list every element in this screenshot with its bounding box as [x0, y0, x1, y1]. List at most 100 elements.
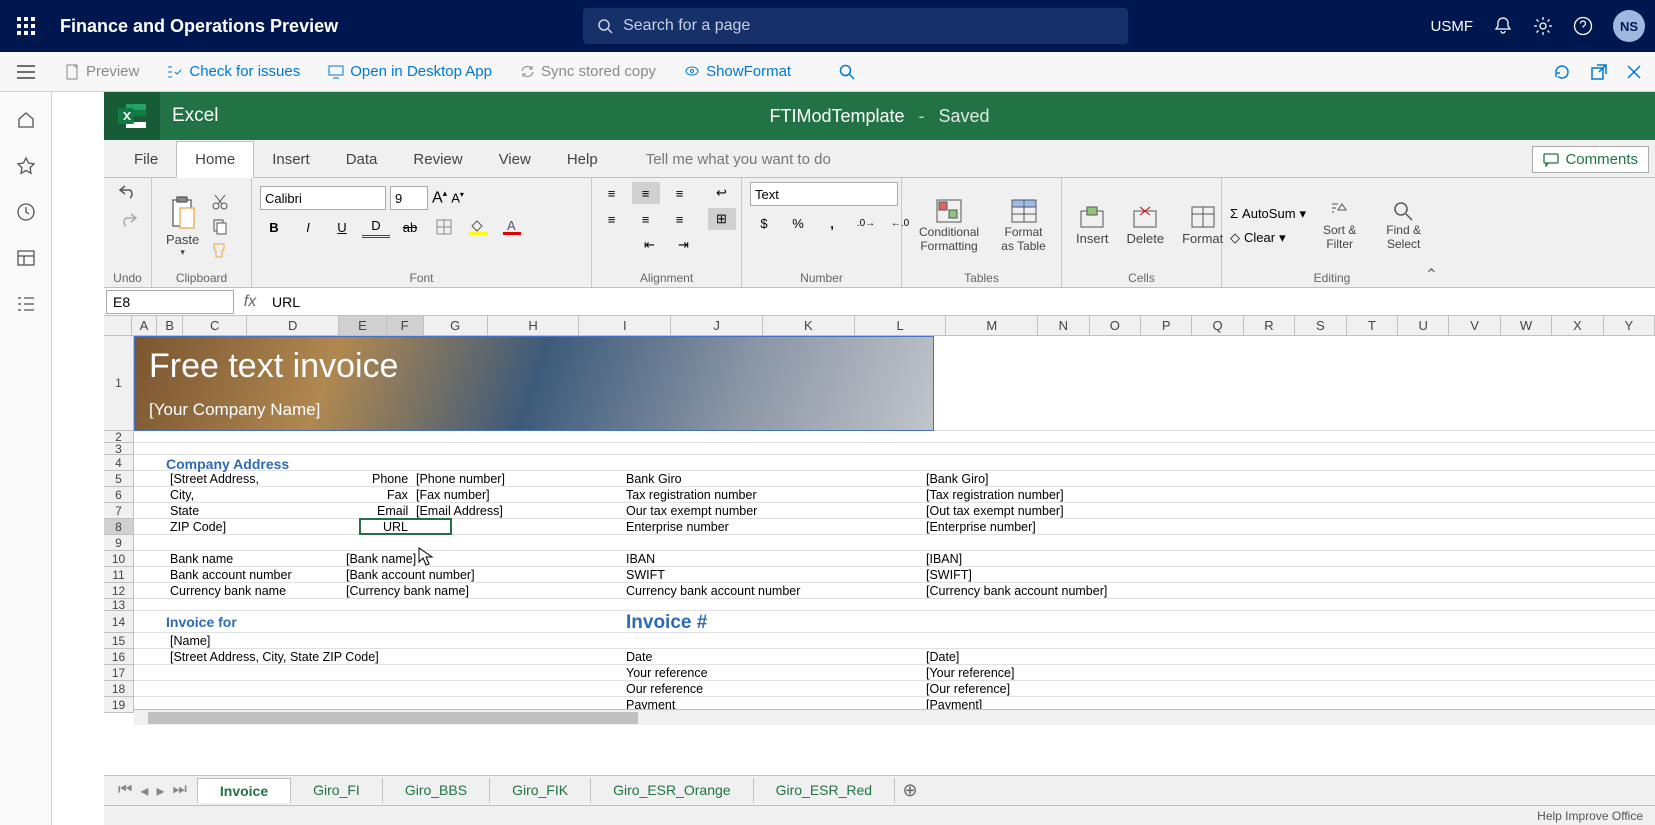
format-as-table-button[interactable]: Format as Table — [994, 196, 1053, 254]
name-box[interactable] — [106, 290, 234, 314]
popout-icon[interactable] — [1591, 64, 1607, 80]
row-header[interactable]: 13 — [104, 599, 134, 611]
row-header[interactable]: 4 — [104, 455, 134, 471]
search-icon[interactable] — [839, 64, 855, 80]
col-header[interactable]: H — [488, 316, 580, 335]
sheet-nav-last-icon[interactable]: ⏭ — [172, 781, 186, 801]
row-header[interactable]: 7 — [104, 503, 134, 519]
underline-icon[interactable]: U — [328, 216, 356, 238]
col-header[interactable]: D — [247, 316, 339, 335]
font-select[interactable] — [260, 186, 386, 210]
row-header[interactable]: 3 — [104, 443, 134, 455]
col-header[interactable]: M — [946, 316, 1038, 335]
comments-button[interactable]: Comments — [1532, 146, 1649, 173]
grow-font-icon[interactable]: A▴ — [432, 188, 447, 207]
col-header[interactable]: A — [132, 316, 158, 335]
clear-button[interactable]: ◇ Clear ▾ — [1230, 230, 1306, 246]
sheet-tab[interactable]: Giro_FIK — [490, 778, 591, 803]
sheet-tab[interactable]: Giro_ESR_Orange — [591, 778, 754, 803]
row-header[interactable]: 14 — [104, 611, 134, 633]
col-header[interactable]: O — [1090, 316, 1141, 335]
tell-me[interactable]: Tell me what you want to do — [646, 142, 831, 177]
wrap-text-icon[interactable]: ↩ — [708, 182, 736, 204]
bold-icon[interactable]: B — [260, 216, 288, 238]
sheet-tab[interactable]: Invoice — [197, 778, 291, 803]
select-all-corner[interactable] — [104, 316, 132, 335]
workspace-icon[interactable] — [16, 248, 36, 268]
clock-icon[interactable] — [16, 202, 36, 222]
gear-icon[interactable] — [1533, 16, 1553, 36]
tab-data[interactable]: Data — [328, 142, 396, 177]
align-center-icon[interactable]: ≡ — [632, 208, 660, 230]
col-header[interactable]: Q — [1192, 316, 1243, 335]
col-header[interactable]: X — [1552, 316, 1603, 335]
merge-icon[interactable]: ⊞ — [708, 208, 736, 230]
redo-icon[interactable] — [117, 210, 139, 228]
showformat-button[interactable]: ShowFormat — [684, 63, 791, 80]
row-header[interactable]: 8 — [104, 519, 134, 535]
paste-button[interactable]: Paste▾ — [160, 192, 205, 260]
home-icon[interactable] — [16, 110, 36, 130]
row-header[interactable]: 1 — [104, 336, 134, 431]
sheet-nav-prev-icon[interactable]: ◂ — [140, 781, 148, 801]
sheet-tab[interactable]: Giro_FI — [291, 778, 383, 803]
bell-icon[interactable] — [1493, 16, 1513, 36]
waffle-icon[interactable] — [10, 10, 42, 42]
indent-inc-icon[interactable]: ⇥ — [670, 234, 698, 256]
align-top-icon[interactable]: ≡ — [598, 182, 626, 204]
undo-icon[interactable] — [117, 182, 139, 200]
col-header[interactable]: S — [1295, 316, 1346, 335]
col-header[interactable]: J — [671, 316, 763, 335]
collapse-ribbon-icon[interactable]: ⌃ — [1425, 265, 1438, 285]
row-header[interactable]: 11 — [104, 567, 134, 583]
comma-icon[interactable]: , — [818, 212, 846, 234]
open-desktop-button[interactable]: Open in Desktop App — [328, 63, 492, 80]
currency-icon[interactable]: $ — [750, 212, 778, 234]
row-header[interactable]: 9 — [104, 535, 134, 551]
percent-icon[interactable]: % — [784, 212, 812, 234]
refresh-icon[interactable] — [1553, 63, 1571, 81]
doc-name[interactable]: FTIModTemplate — [769, 106, 904, 127]
col-header[interactable]: P — [1141, 316, 1192, 335]
row-header[interactable]: 15 — [104, 633, 134, 649]
row-header[interactable]: 5 — [104, 471, 134, 487]
align-right-icon[interactable]: ≡ — [666, 208, 694, 230]
sheet-tab[interactable]: Giro_BBS — [383, 778, 490, 803]
conditional-formatting-button[interactable]: Conditional Formatting — [910, 196, 988, 254]
sheet-nav-next-icon[interactable]: ▸ — [156, 781, 164, 801]
row-header[interactable]: 18 — [104, 681, 134, 697]
align-mid-icon[interactable]: ≡ — [632, 182, 660, 204]
star-icon[interactable] — [16, 156, 36, 176]
col-header[interactable]: Y — [1604, 316, 1655, 335]
italic-icon[interactable]: I — [294, 216, 322, 238]
search-input[interactable]: Search for a page — [583, 8, 1128, 44]
close-icon[interactable] — [1627, 65, 1641, 79]
check-issues-button[interactable]: Check for issues — [167, 63, 300, 80]
fontsize-select[interactable] — [390, 186, 428, 210]
row-header[interactable]: 6 — [104, 487, 134, 503]
col-header[interactable]: I — [579, 316, 671, 335]
tab-help[interactable]: Help — [549, 142, 616, 177]
tab-file[interactable]: File — [116, 142, 176, 177]
inc-decimal-icon[interactable]: .0→ — [852, 212, 880, 234]
strike-icon[interactable]: ab — [396, 216, 424, 238]
sort-filter-button[interactable]: Sort & Filter — [1312, 198, 1367, 252]
row-header[interactable]: 10 — [104, 551, 134, 567]
col-header[interactable]: W — [1501, 316, 1552, 335]
find-select-button[interactable]: Find & Select — [1373, 198, 1434, 252]
delete-cells-button[interactable]: Delete — [1121, 203, 1171, 248]
col-header[interactable]: C — [183, 316, 247, 335]
col-header[interactable]: L — [855, 316, 947, 335]
formula-input[interactable]: URL — [266, 294, 1655, 310]
sheet-tab[interactable]: Giro_ESR_Red — [754, 778, 896, 803]
help-icon[interactable] — [1573, 16, 1593, 36]
spreadsheet-grid[interactable]: ABCDEFGHIJKLMNOPQRSTUVWXY 12345678910111… — [104, 316, 1655, 775]
col-header[interactable]: R — [1244, 316, 1295, 335]
autosum-button[interactable]: Σ AutoSum ▾ — [1230, 206, 1306, 222]
modules-icon[interactable] — [16, 294, 36, 314]
align-bot-icon[interactable]: ≡ — [666, 182, 694, 204]
tab-view[interactable]: View — [481, 142, 549, 177]
insert-cells-button[interactable]: Insert — [1070, 203, 1115, 248]
font-color-icon[interactable]: A — [498, 216, 526, 238]
fill-color-icon[interactable] — [464, 216, 492, 238]
